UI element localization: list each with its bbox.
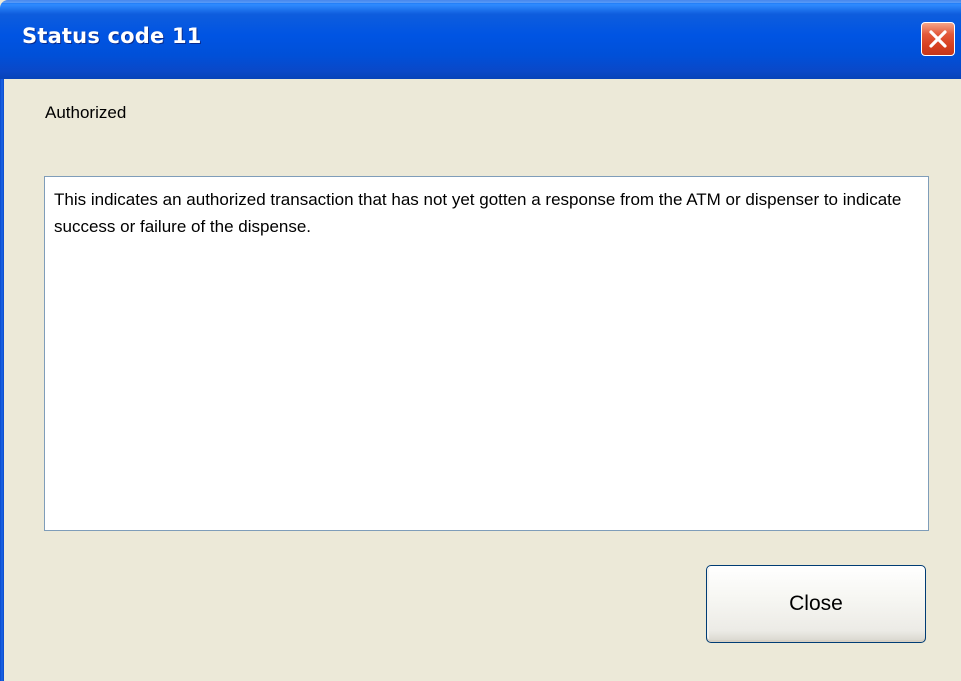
status-code-dialog: Status code 11 Authorized This indicates… [0, 0, 961, 681]
window-title: Status code 11 [22, 24, 202, 48]
close-button[interactable]: Close [706, 565, 926, 643]
close-button-label: Close [789, 592, 843, 615]
title-bar[interactable]: Status code 11 [0, 0, 961, 79]
description-textbox[interactable]: This indicates an authorized transaction… [44, 176, 929, 531]
description-text: This indicates an authorized transaction… [54, 190, 902, 236]
status-label: Authorized [45, 103, 127, 122]
window-close-button[interactable] [921, 22, 955, 56]
window-left-border [0, 79, 4, 681]
